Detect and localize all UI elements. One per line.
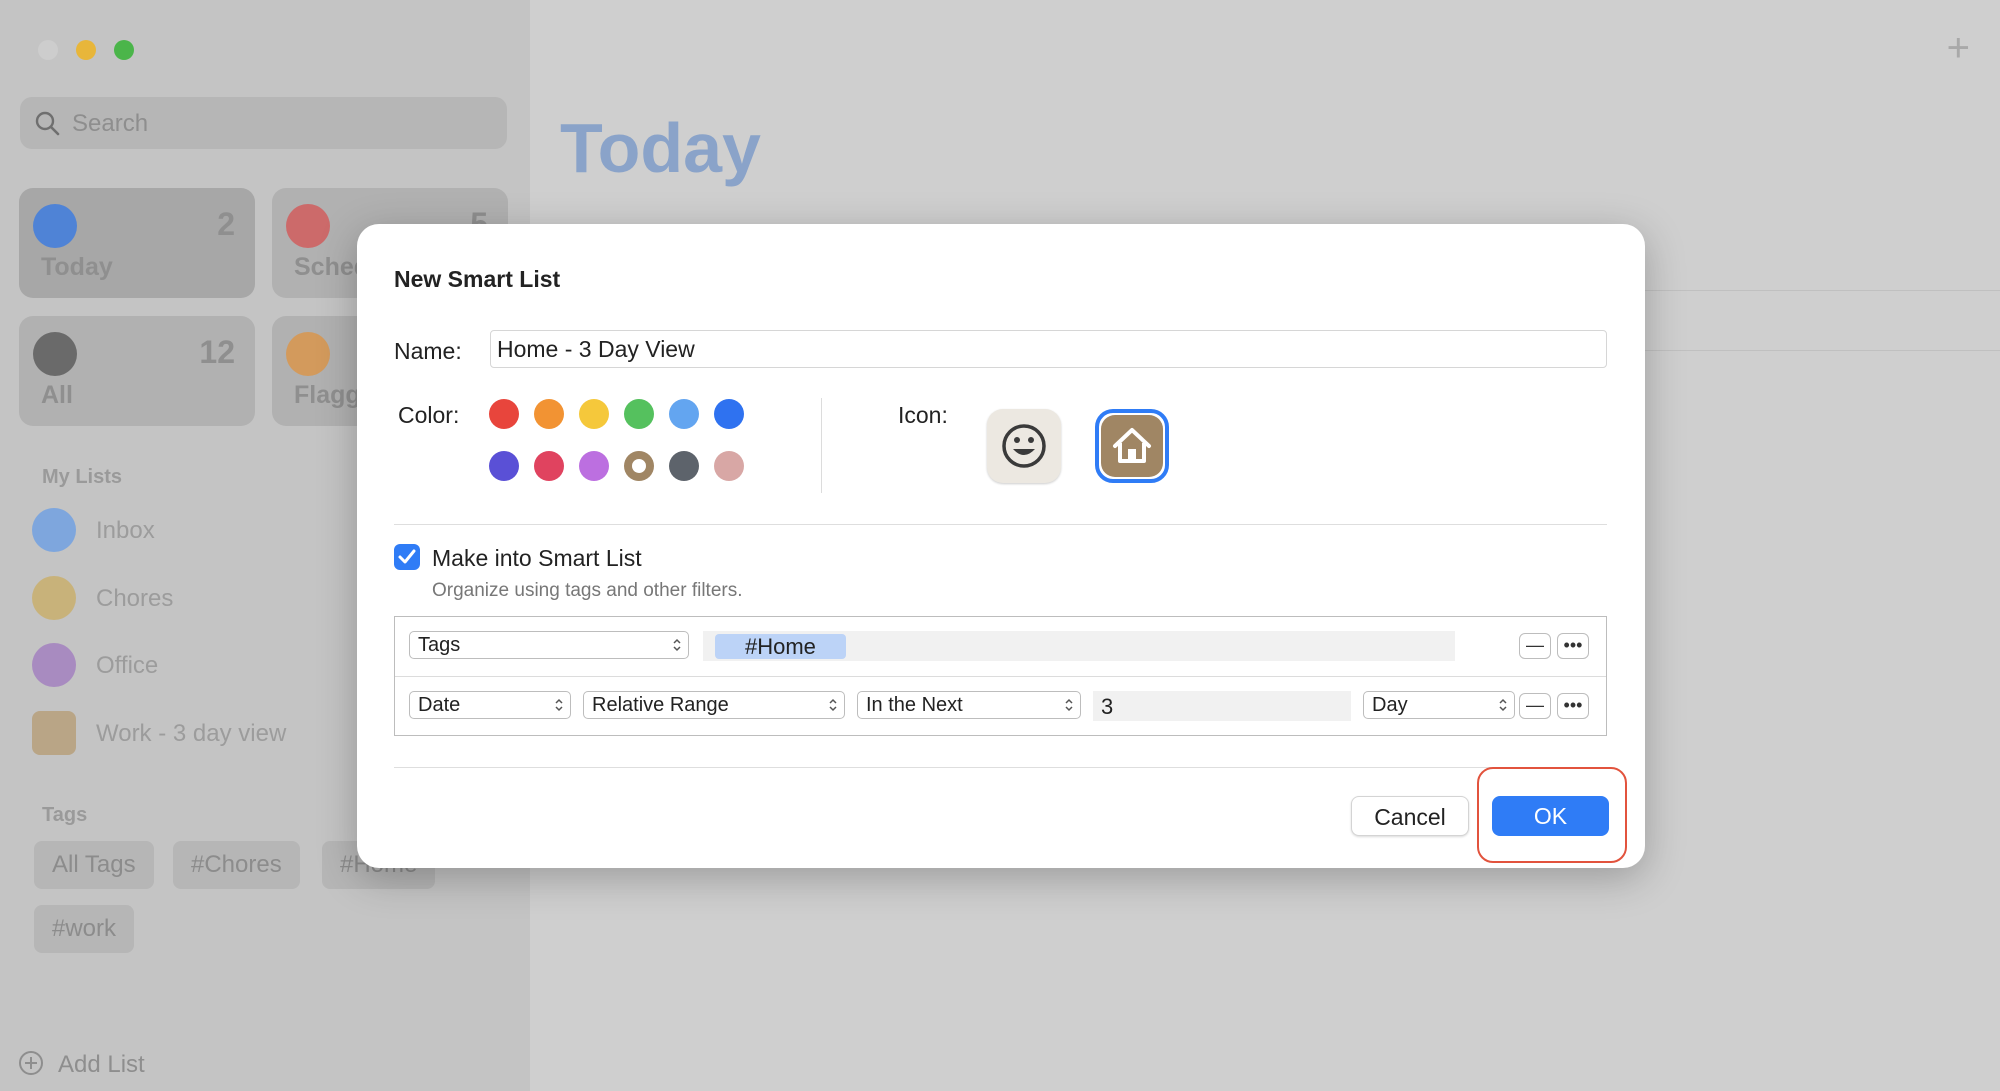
color-label: Color: xyxy=(398,402,460,428)
smart-list-hint: Organize using tags and other filters. xyxy=(432,580,743,601)
calendar-icon xyxy=(33,204,77,248)
footer-divider xyxy=(394,767,1607,768)
chevron-updown-icon xyxy=(555,698,563,712)
search-placeholder: Search xyxy=(72,110,149,137)
select-value: Day xyxy=(1372,694,1408,716)
color-swatch[interactable] xyxy=(579,399,609,429)
search-input[interactable]: Search xyxy=(20,97,507,149)
color-swatch[interactable] xyxy=(489,399,519,429)
add-list-button[interactable]: Add List xyxy=(58,1051,145,1079)
minimize-window-icon[interactable] xyxy=(76,40,96,60)
inbox-icon xyxy=(32,508,76,552)
house-icon xyxy=(1113,428,1151,463)
icon-label: Icon: xyxy=(898,402,948,428)
tags-heading: Tags xyxy=(42,804,88,826)
box-icon xyxy=(32,711,76,755)
icon-option-house[interactable] xyxy=(1101,415,1163,477)
card-label: Today xyxy=(41,253,113,281)
more-rule-button[interactable]: ••• xyxy=(1557,693,1589,719)
ok-highlight-annotation xyxy=(1477,767,1627,863)
checkmark-icon xyxy=(398,549,416,564)
name-label: Name: xyxy=(394,338,462,364)
tag-work[interactable]: #work xyxy=(34,905,135,953)
dialog-title: New Smart List xyxy=(394,266,561,292)
color-swatch[interactable] xyxy=(534,451,564,481)
vertical-divider xyxy=(821,398,822,493)
more-rule-button[interactable]: ••• xyxy=(1557,633,1589,659)
chevron-updown-icon xyxy=(1065,698,1073,712)
color-swatch[interactable] xyxy=(714,451,744,481)
smart-card-all[interactable]: All 12 xyxy=(19,316,255,426)
color-swatch[interactable] xyxy=(489,451,519,481)
new-smart-list-dialog: New Smart List Name: Color: Icon: Make i… xyxy=(357,224,1645,868)
remove-rule-button[interactable]: — xyxy=(1519,693,1551,719)
filter-field-select[interactable]: Tags xyxy=(409,631,689,659)
color-swatch[interactable] xyxy=(669,451,699,481)
close-window-icon[interactable] xyxy=(38,40,58,60)
make-smart-list-checkbox[interactable] xyxy=(394,544,420,570)
date-mode-select[interactable]: Relative Range xyxy=(583,691,845,719)
range-unit-select[interactable]: Day xyxy=(1363,691,1515,719)
select-value: Date xyxy=(418,694,461,716)
filter-row-divider xyxy=(395,676,1606,677)
remove-rule-button[interactable]: — xyxy=(1519,633,1551,659)
tags-value-field[interactable]: #Home xyxy=(703,631,1455,661)
chevron-updown-icon xyxy=(829,698,837,712)
color-swatch[interactable] xyxy=(624,399,654,429)
icon-option-smiley[interactable] xyxy=(987,409,1061,483)
range-amount-value: 3 xyxy=(1101,694,1114,719)
card-count: 2 xyxy=(217,206,235,242)
color-swatch[interactable] xyxy=(534,399,564,429)
card-count: 12 xyxy=(199,334,235,370)
smart-card-today[interactable]: Today 2 xyxy=(19,188,255,298)
add-circle-icon[interactable] xyxy=(18,1050,44,1076)
chevron-updown-icon xyxy=(673,638,681,652)
building-icon xyxy=(32,643,76,687)
tray-icon xyxy=(33,332,77,376)
tag-chores[interactable]: #Chores xyxy=(173,841,300,889)
filter-rules-box: Tags #Home — ••• Date Relative Range In … xyxy=(394,616,1607,736)
card-label: All xyxy=(41,381,73,409)
select-value: In the Next xyxy=(866,694,963,716)
select-value: Tags xyxy=(418,634,461,656)
color-swatch[interactable] xyxy=(579,451,609,481)
range-amount-field[interactable]: 3 xyxy=(1093,691,1351,721)
page-title: Today xyxy=(560,109,761,187)
section-divider xyxy=(394,524,1607,525)
list-item-label: Inbox xyxy=(96,517,155,544)
card-label: Flagg xyxy=(294,381,361,409)
color-picker xyxy=(489,399,759,489)
color-swatch[interactable] xyxy=(669,399,699,429)
list-item-label: Office xyxy=(96,652,159,679)
zoom-window-icon[interactable] xyxy=(114,40,134,60)
smiley-icon xyxy=(1002,424,1046,468)
list-item-label: Work - 3 day view xyxy=(96,720,287,747)
chevron-updown-icon xyxy=(1499,698,1507,712)
my-lists-heading: My Lists xyxy=(42,466,123,488)
color-swatch[interactable] xyxy=(714,399,744,429)
search-icon xyxy=(35,111,60,136)
date-range-select[interactable]: In the Next xyxy=(857,691,1081,719)
color-swatch[interactable] xyxy=(624,451,654,481)
list-item-label: Chores xyxy=(96,585,174,612)
select-value: Relative Range xyxy=(592,694,729,716)
name-field[interactable] xyxy=(490,330,1607,368)
calendar-grid-icon xyxy=(286,204,330,248)
tag-token[interactable]: #Home xyxy=(715,634,846,659)
emoji-icon xyxy=(32,576,76,620)
make-smart-list-label[interactable]: Make into Smart List xyxy=(432,545,642,572)
tag-all-tags[interactable]: All Tags xyxy=(34,841,154,889)
flag-icon xyxy=(286,332,330,376)
cancel-button[interactable]: Cancel xyxy=(1351,796,1469,836)
filter-field-select[interactable]: Date xyxy=(409,691,571,719)
add-reminder-icon[interactable]: + xyxy=(1947,26,1970,71)
